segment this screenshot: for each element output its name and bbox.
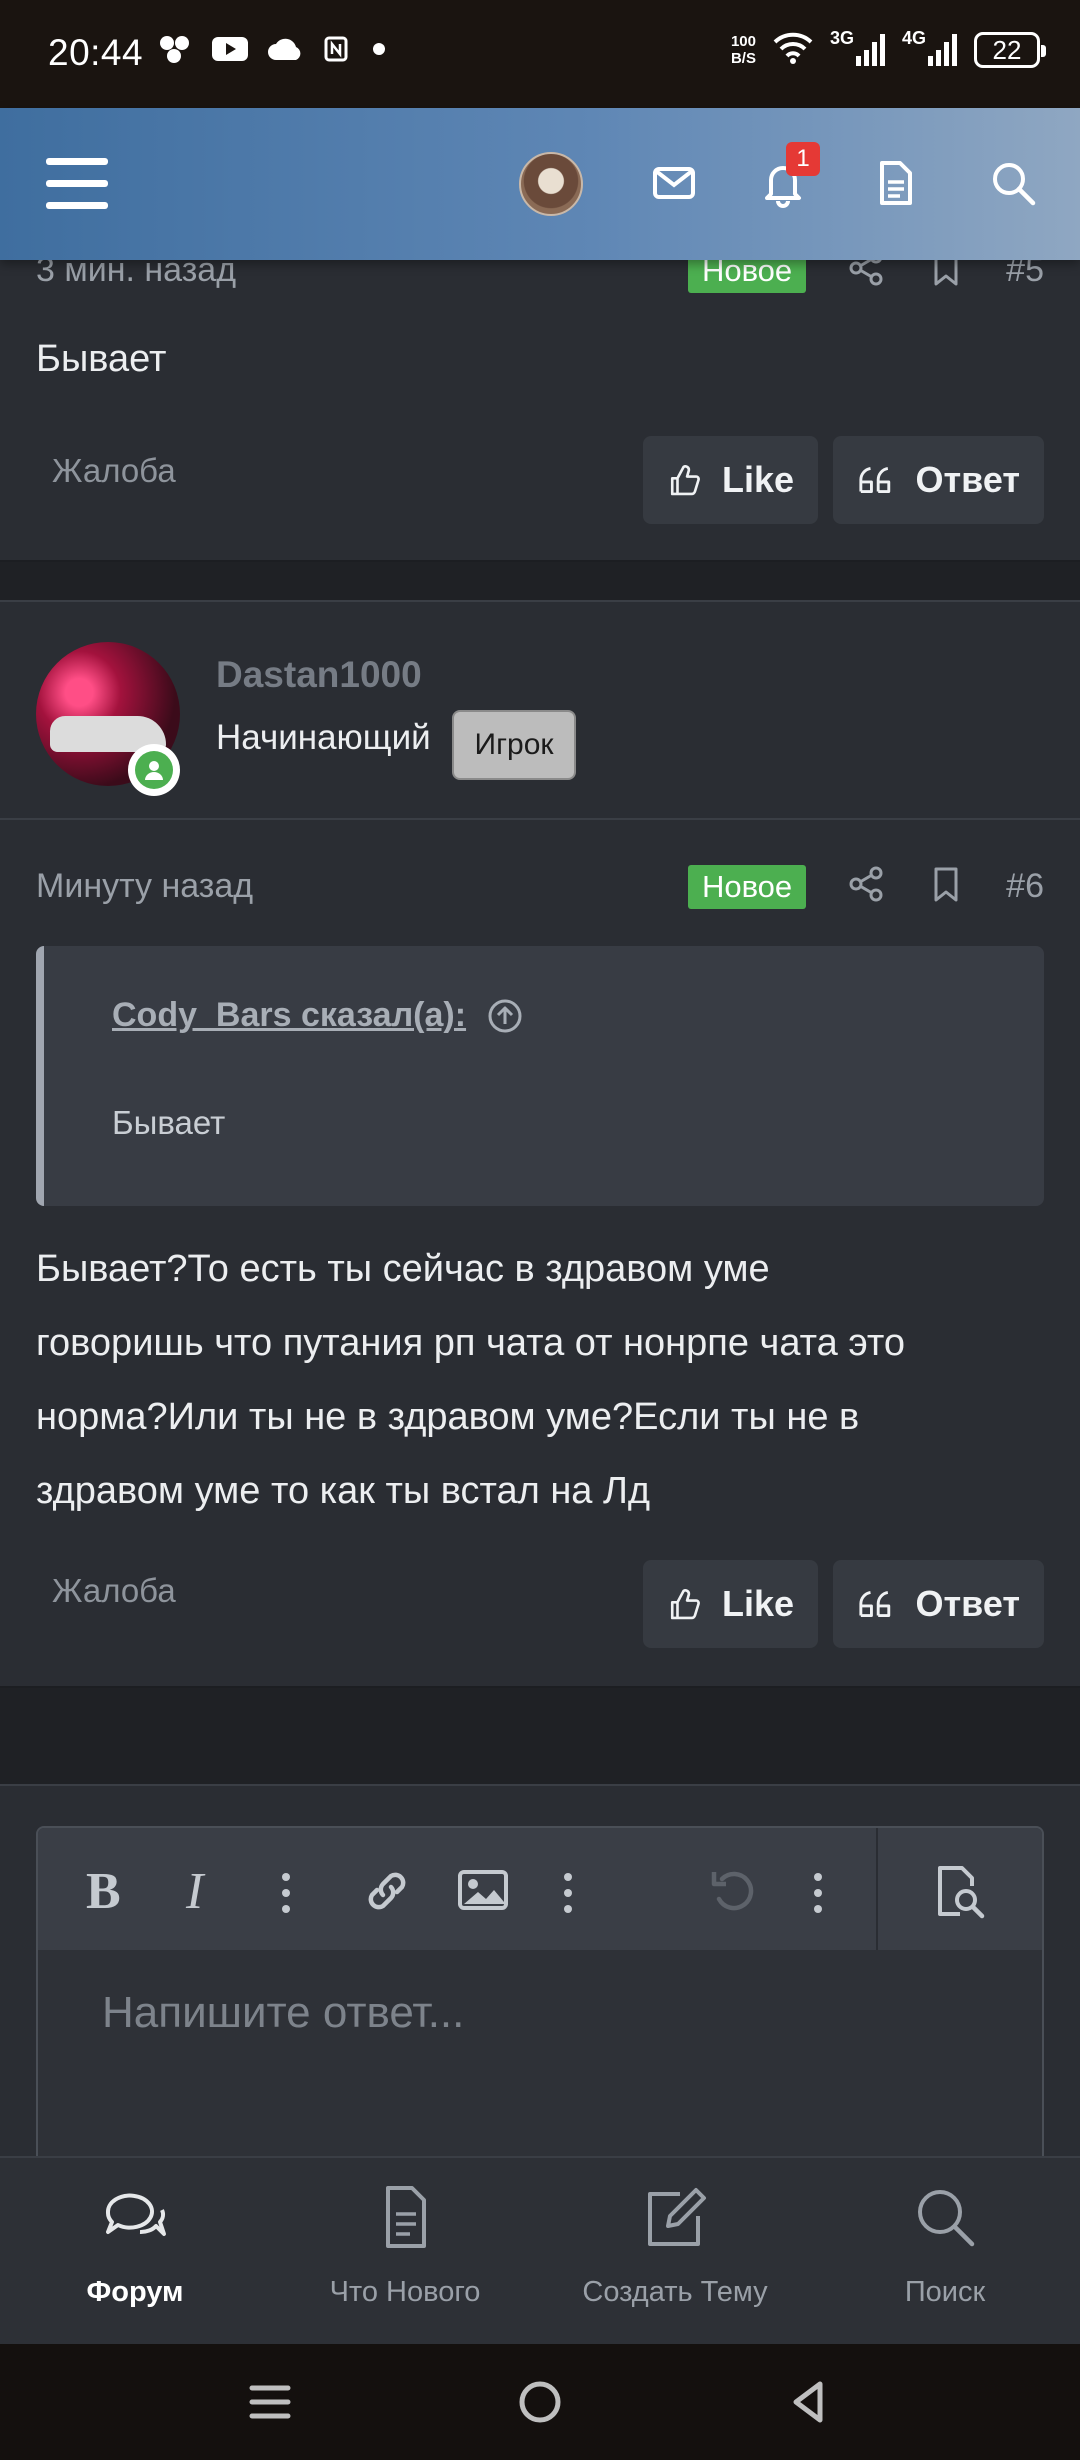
recent-apps-icon[interactable] bbox=[248, 2380, 292, 2424]
quote-icon bbox=[859, 467, 891, 494]
reply-button[interactable]: Ответ bbox=[833, 1560, 1044, 1648]
quote-icon bbox=[859, 1591, 891, 1618]
reply-editor: B I Напишите ответ... bbox=[36, 1826, 1044, 2186]
new-badge: Новое bbox=[687, 864, 807, 909]
arrow-up-circle-icon[interactable] bbox=[486, 997, 524, 1035]
bold-icon[interactable]: B bbox=[86, 1862, 121, 1921]
signal-4g-icon: 4G bbox=[902, 28, 958, 70]
nav-item-search[interactable]: Поиск bbox=[810, 2158, 1080, 2346]
post-line: говоришь что путания рп чата от нонрпе ч… bbox=[36, 1322, 905, 1364]
document-icon[interactable] bbox=[870, 158, 920, 208]
online-status-icon bbox=[128, 744, 180, 796]
post-body: Бывает?То есть ты сейчас в здравом уме г… bbox=[36, 1232, 1044, 1528]
nav-item-create-thread[interactable]: Создать Тему bbox=[540, 2158, 810, 2346]
italic-icon[interactable]: I bbox=[186, 1862, 203, 1921]
mail-icon[interactable] bbox=[649, 158, 699, 208]
reply-button[interactable]: Ответ bbox=[833, 436, 1044, 524]
quote-text: Бывает bbox=[112, 1104, 226, 1141]
like-button[interactable]: Like bbox=[643, 436, 818, 524]
signal-3g-icon: 3G bbox=[830, 28, 886, 70]
post-meta: Минуту назад Новое #6 bbox=[36, 864, 1044, 909]
author-title: Начинающий bbox=[216, 718, 431, 757]
post: Минуту назад Новое #6 Cody_Bars сказал(а… bbox=[0, 820, 1080, 1688]
reply-editor-section: B I Напишите ответ... bbox=[0, 1784, 1080, 2186]
status-bar: 20:44 100 B/S 3G 4G 22 bbox=[0, 0, 1080, 108]
more-options-icon[interactable] bbox=[808, 1868, 828, 1928]
link-icon[interactable] bbox=[360, 1864, 414, 1931]
nav-item-whats-new[interactable]: Что Нового bbox=[270, 2158, 540, 2346]
back-icon[interactable] bbox=[786, 2378, 830, 2426]
search-icon[interactable] bbox=[988, 158, 1038, 208]
search-icon bbox=[918, 2190, 975, 2247]
network-speed: 100 B/S bbox=[730, 33, 756, 67]
status-system-icons: 100 B/S 3G 4G 22 bbox=[730, 28, 1046, 70]
notification-badge: 1 bbox=[786, 142, 820, 176]
quote-block: Cody_Bars сказал(а): Бывает bbox=[36, 946, 1044, 1206]
quote-author-link[interactable]: Cody_Bars сказал(а): bbox=[112, 996, 524, 1035]
wifi-icon bbox=[772, 31, 814, 70]
thumbs-up-icon bbox=[670, 1589, 700, 1620]
post-time: Минуту назад bbox=[36, 867, 254, 905]
edit-icon bbox=[648, 2188, 706, 2246]
author-username[interactable]: Dastan1000 bbox=[216, 654, 422, 696]
dot-icon bbox=[369, 39, 389, 64]
battery-indicator: 22 bbox=[974, 32, 1046, 68]
status-time: 20:44 bbox=[48, 32, 144, 73]
menu-icon[interactable] bbox=[46, 158, 108, 210]
editor-toolbar: B I bbox=[38, 1828, 1042, 1950]
app-header: 1 bbox=[0, 108, 1080, 260]
app-icon bbox=[157, 34, 193, 69]
nfc-icon bbox=[321, 34, 351, 69]
like-button[interactable]: Like bbox=[643, 1560, 818, 1648]
post-line: норма?Или ты не в здравом уме?Если ты не… bbox=[36, 1396, 860, 1438]
post-text: Бывает bbox=[36, 338, 167, 380]
undo-icon[interactable] bbox=[706, 1864, 760, 1931]
bottom-navigation: Форум Что Нового Создать Тему Поиск bbox=[0, 2156, 1080, 2344]
preview-icon[interactable] bbox=[930, 1862, 988, 1933]
toolbar-divider bbox=[876, 1828, 878, 1950]
share-icon[interactable] bbox=[846, 864, 886, 909]
role-badge: Игрок bbox=[452, 710, 576, 780]
more-text-options-icon[interactable] bbox=[276, 1868, 296, 1928]
post-line: Бывает?То есть ты сейчас в здравом уме bbox=[36, 1248, 770, 1290]
post-number[interactable]: #6 bbox=[1006, 867, 1044, 906]
user-avatar-button[interactable] bbox=[519, 152, 583, 216]
thumbs-up-icon bbox=[670, 465, 700, 496]
home-icon[interactable] bbox=[518, 2380, 562, 2424]
document-icon bbox=[386, 2186, 426, 2248]
chat-bubbles-icon bbox=[105, 2193, 166, 2236]
status-notification-icons bbox=[157, 34, 389, 69]
image-icon[interactable] bbox=[456, 1866, 510, 1927]
bookmark-icon[interactable] bbox=[926, 864, 966, 909]
youtube-icon bbox=[211, 35, 249, 68]
reply-input[interactable]: Напишите ответ... bbox=[102, 1988, 464, 2038]
post-line: здравом уме то как ты встал на Лд bbox=[36, 1470, 651, 1512]
report-link[interactable]: Жалоба bbox=[52, 452, 176, 490]
cloud-icon bbox=[267, 36, 303, 67]
nav-item-forum[interactable]: Форум bbox=[0, 2158, 270, 2346]
previous-post: 3 мин. назад Новое #5 Бывает Жалоба Like… bbox=[0, 248, 1080, 562]
more-insert-options-icon[interactable] bbox=[558, 1868, 578, 1928]
post-author-block: Dastan1000 Начинающий Игрок bbox=[0, 600, 1080, 820]
system-navigation-bar bbox=[0, 2344, 1080, 2460]
report-link[interactable]: Жалоба bbox=[52, 1572, 176, 1610]
